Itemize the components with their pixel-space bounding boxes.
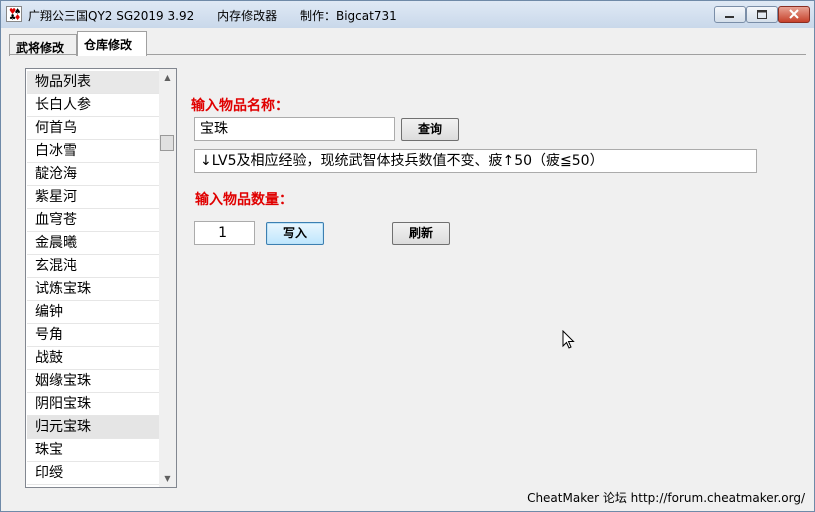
query-button[interactable]: 查询	[401, 118, 459, 141]
item-name-label: 输入物品名称：	[191, 98, 289, 114]
title-bar[interactable]: ♥ ♠ ♣ ♦ 广翔公三国QY2 SG2019 3.92 内存修改器 制作：Bi…	[1, 1, 814, 28]
list-item[interactable]: 金晨曦	[27, 232, 159, 255]
list-item[interactable]: 珠宝	[27, 439, 159, 462]
tab-label: 武将修改	[16, 41, 65, 55]
list-scrollbar[interactable]: ▲ ▼	[159, 69, 176, 487]
list-item[interactable]: 归元宝珠	[27, 416, 159, 439]
app-window: ♥ ♠ ♣ ♦ 广翔公三国QY2 SG2019 3.92 内存修改器 制作：Bi…	[0, 0, 815, 512]
list-item[interactable]: 印绶	[27, 462, 159, 485]
playing-card-icon: ♥ ♠ ♣ ♦	[6, 6, 22, 22]
maximize-icon	[757, 10, 767, 19]
close-button[interactable]	[778, 6, 810, 23]
refresh-button[interactable]: 刷新	[392, 222, 450, 245]
maximize-button[interactable]	[746, 6, 778, 23]
mouse-pointer-icon	[562, 330, 575, 349]
write-button[interactable]: 写入	[266, 222, 324, 245]
list-item[interactable]: 试炼宝珠	[27, 278, 159, 301]
item-listbox[interactable]: 物品列表 长白人参 何首乌 白冰雪 靛沧海 紫星河 血穹苍 金晨曦 玄混沌 试炼宝珠 编钟 号角 战鼓…	[25, 68, 177, 488]
list-item[interactable]: 白冰雪	[27, 140, 159, 163]
forum-link[interactable]: CheatMaker 论坛 http://forum.cheatmaker.or…	[527, 489, 805, 506]
list-item[interactable]: 阴阳宝珠	[27, 393, 159, 416]
list-item[interactable]: 玄混沌	[27, 255, 159, 278]
tab-label: 仓库修改	[84, 38, 133, 52]
scroll-thumb[interactable]	[160, 135, 174, 151]
scroll-down-icon[interactable]: ▼	[159, 470, 176, 487]
item-description-field[interactable]: ↓LV5及相应经验，现统武智体技兵数值不变、疲↑50（疲≦50）	[194, 149, 757, 173]
list-item[interactable]: 号角	[27, 324, 159, 347]
item-name-input[interactable]: 宝珠	[194, 117, 395, 141]
minimize-icon	[725, 16, 734, 18]
list-item[interactable]: 何首乌	[27, 117, 159, 140]
item-quantity-input[interactable]: 1	[194, 221, 255, 245]
list-item[interactable]: 战鼓	[27, 347, 159, 370]
list-item[interactable]: 长白人参	[27, 94, 159, 117]
tab-warehouse-edit[interactable]: 仓库修改	[77, 31, 147, 56]
list-item[interactable]: 编钟	[27, 301, 159, 324]
scroll-up-icon[interactable]: ▲	[159, 69, 176, 86]
list-item[interactable]: 紫星河	[27, 186, 159, 209]
list-item[interactable]: 靛沧海	[27, 163, 159, 186]
minimize-button[interactable]	[714, 6, 746, 23]
list-header: 物品列表	[27, 71, 159, 94]
tab-general-edit[interactable]: 武将修改	[9, 34, 77, 56]
close-icon	[789, 9, 799, 19]
window-title: 广翔公三国QY2 SG2019 3.92 内存修改器 制作：Bigcat731	[28, 9, 397, 23]
item-quantity-label: 输入物品数量：	[195, 192, 293, 208]
list-item[interactable]: 血穹苍	[27, 209, 159, 232]
list-item[interactable]: 姻缘宝珠	[27, 370, 159, 393]
